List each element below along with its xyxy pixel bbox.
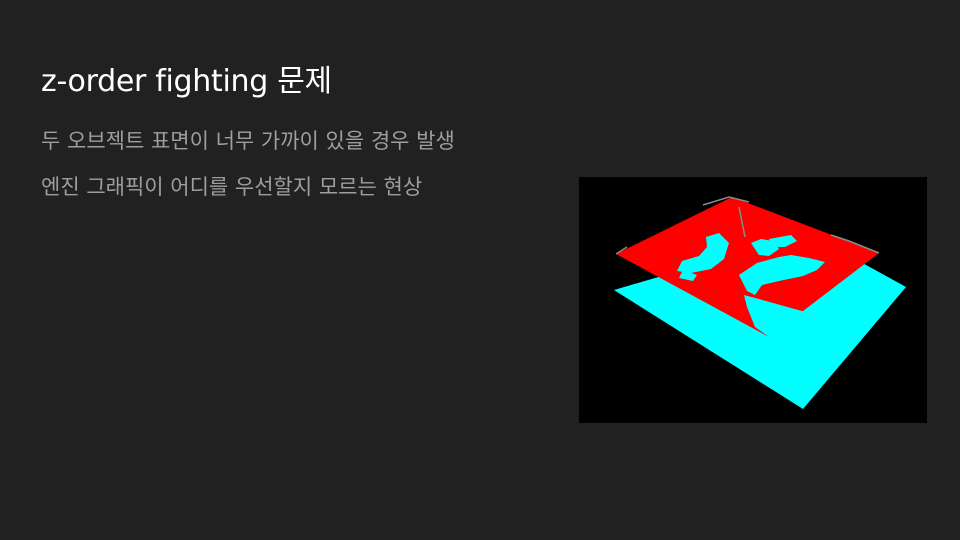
- bullet-list: 두 오브젝트 표면이 너무 가까이 있을 경우 발생 엔진 그래픽이 어디를 우…: [41, 128, 455, 220]
- z-fighting-illustration: [579, 177, 927, 423]
- slide: z-order fighting 문제 두 오브젝트 표면이 너무 가까이 있을…: [0, 0, 960, 540]
- bullet-item: 엔진 그래픽이 어디를 우선할지 모르는 현상: [41, 175, 423, 199]
- slide-title: z-order fighting 문제: [41, 64, 332, 99]
- z-fighting-svg: [579, 177, 927, 423]
- bullet-item: 두 오브젝트 표면이 너무 가까이 있을 경우 발생: [41, 129, 455, 153]
